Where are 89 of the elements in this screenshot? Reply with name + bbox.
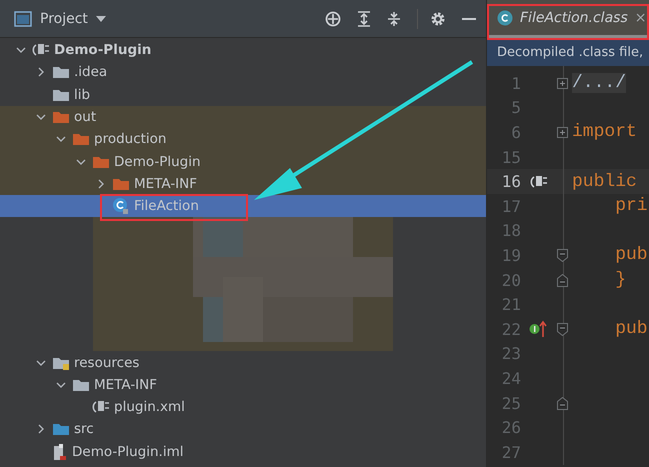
line-number: 17 [500, 196, 521, 216]
tree-item-label: production [94, 131, 166, 148]
decompiled-banner: Decompiled .class file, [487, 38, 649, 66]
tree-row[interactable]: META-INF [0, 374, 486, 396]
line-number: 5 [510, 98, 521, 118]
line-number: 19 [500, 246, 521, 265]
locate-icon[interactable] [325, 10, 341, 26]
module-icon [32, 42, 50, 58]
tree-row[interactable]: plugin.xml [0, 396, 486, 418]
panel-icon [14, 10, 32, 26]
code-text: pub [614, 319, 648, 340]
code-text: pub [614, 245, 648, 266]
tree-row[interactable]: out [0, 106, 486, 128]
expand-all-icon[interactable] [357, 10, 371, 26]
chevron-down-icon[interactable] [36, 112, 46, 122]
line-number: 1 [510, 74, 521, 93]
chevron-right-icon[interactable] [36, 67, 46, 78]
line-number: 6 [510, 122, 521, 142]
expand-fold-icon[interactable] [557, 126, 568, 138]
folder-icon [52, 88, 70, 102]
tree-item-label: Demo-Plugin.iml [72, 444, 184, 460]
chevron-down-icon[interactable] [16, 45, 26, 56]
collapse-fold-icon[interactable] [557, 248, 568, 262]
code-text: public [572, 172, 637, 192]
tree-row[interactable]: resources [0, 351, 486, 374]
chevron-down-icon[interactable] [56, 380, 66, 390]
tree-row[interactable]: production [0, 128, 486, 150]
line-number: 23 [500, 344, 521, 364]
dropdown-icon[interactable] [96, 16, 106, 22]
folder-icon [52, 422, 70, 436]
tree-row[interactable]: lib [0, 84, 486, 106]
folder-icon [112, 176, 130, 191]
chevron-down-icon[interactable] [56, 134, 66, 144]
code-text: } [614, 270, 626, 290]
line-number: 21 [500, 295, 521, 314]
line-number: 18 [500, 221, 521, 240]
collapse-fold-icon[interactable] [557, 396, 568, 410]
line-number: 25 [500, 394, 521, 413]
implements-icon[interactable] [529, 320, 549, 338]
tree-item-label: src [74, 421, 94, 438]
tree-item-label: resources [74, 354, 140, 371]
line-number: 22 [500, 320, 521, 339]
tree-row[interactable]: .idea [0, 61, 486, 84]
tree-item-label: Demo-Plugin [54, 42, 152, 58]
editor-tab[interactable]: FileAction.class × [487, 0, 649, 38]
folder-icon [72, 132, 90, 146]
tree-item-label: Demo-Plugin [114, 154, 201, 170]
collapse-all-icon[interactable] [387, 10, 401, 26]
code-text: pri [614, 196, 648, 216]
tree-item-label: META-INF [134, 176, 198, 192]
plugin-icon [92, 399, 110, 416]
code-text: /.../ [572, 73, 626, 94]
tree-item-label: out [74, 109, 96, 126]
expand-fold-icon[interactable] [557, 78, 568, 89]
folder-icon [52, 356, 70, 370]
line-number: 24 [500, 368, 521, 388]
tree-row[interactable]: src [0, 418, 486, 441]
settings-icon[interactable] [430, 10, 446, 26]
folder-icon [52, 65, 70, 80]
line-number: 20 [500, 270, 521, 290]
chevron-down-icon[interactable] [36, 358, 46, 368]
chevron-right-icon[interactable] [36, 424, 46, 434]
tree-row[interactable]: Demo-Plugin [0, 39, 486, 62]
line-number: 27 [500, 442, 521, 462]
module-file-icon [52, 442, 68, 461]
panel-title[interactable]: Project [40, 10, 88, 26]
close-tab-button[interactable]: × [634, 10, 646, 26]
line-number: 16 [500, 172, 521, 192]
plugin-icon[interactable] [530, 174, 548, 190]
tree-item-label: FileAction [134, 198, 199, 214]
tree-row[interactable]: Demo-Plugin [0, 150, 486, 173]
folder-icon [52, 110, 70, 124]
class-icon [112, 197, 130, 216]
tree-item-label: lib [74, 86, 90, 103]
folder-icon [92, 154, 110, 169]
line-number: 15 [500, 148, 521, 167]
code-text: import [572, 122, 637, 142]
minimize-icon[interactable] [462, 16, 476, 20]
collapse-fold-icon[interactable] [557, 274, 568, 287]
tree-item-label: META-INF [94, 376, 158, 393]
class-icon [497, 10, 513, 26]
chevron-down-icon[interactable] [76, 156, 86, 167]
folder-icon [72, 378, 90, 392]
collapse-fold-icon[interactable] [557, 322, 568, 336]
chevron-right-icon[interactable] [96, 178, 106, 189]
line-number: 26 [500, 418, 521, 438]
tree-item-label: plugin.xml [114, 399, 185, 416]
tree-item-label: .idea [74, 64, 108, 80]
tree-row[interactable]: Demo-Plugin.iml [0, 440, 486, 463]
